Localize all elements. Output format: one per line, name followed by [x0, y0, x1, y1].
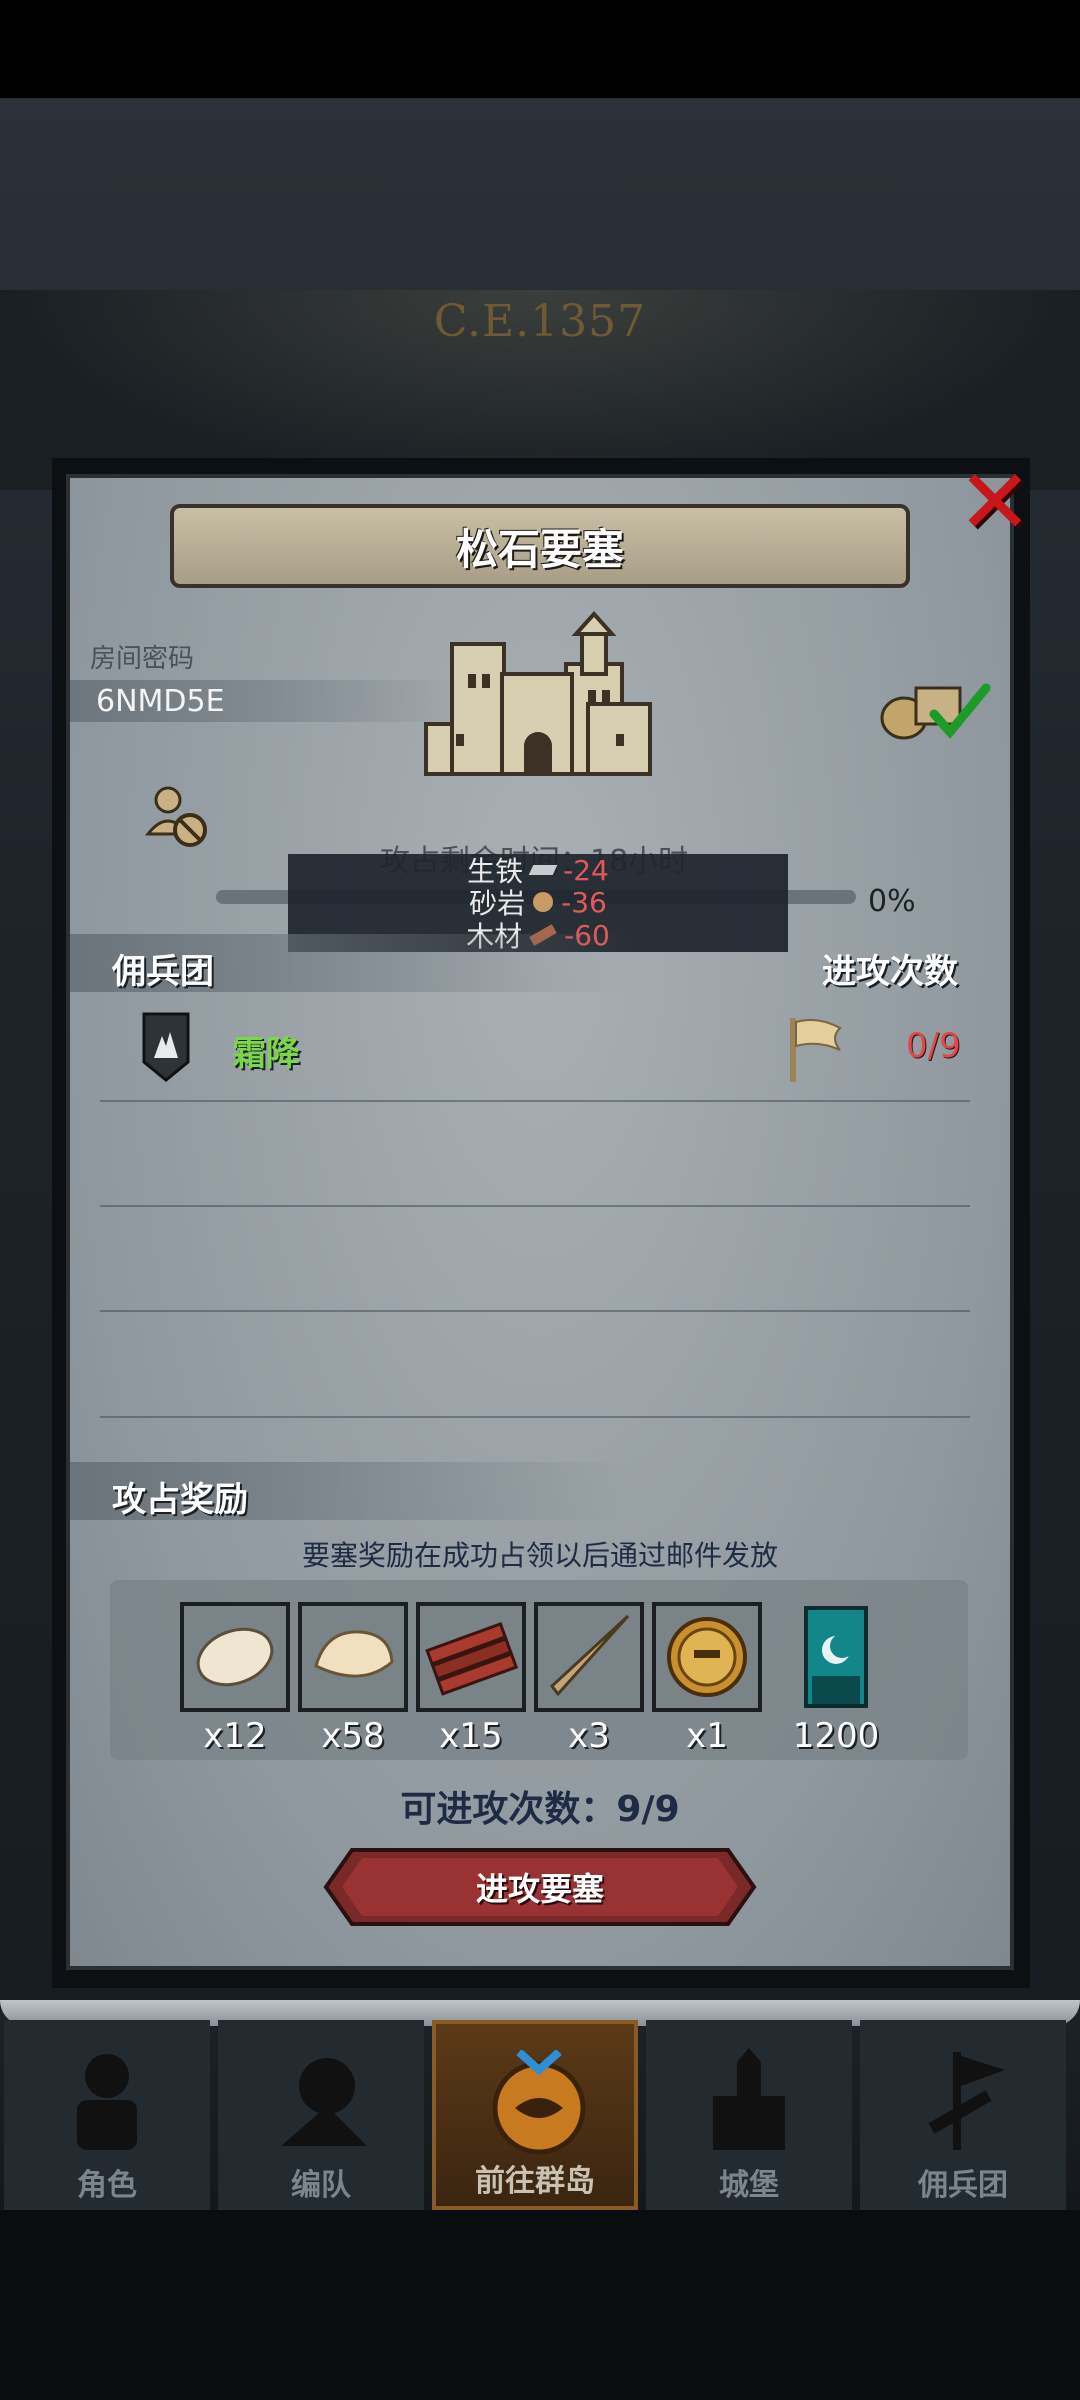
loot-claimed-icon[interactable]: [876, 666, 996, 746]
nav-item-castle[interactable]: 城堡: [646, 2020, 852, 2210]
room-password-value[interactable]: 6NMD5E: [96, 684, 225, 719]
nav-item-islands[interactable]: 前往群岛: [432, 2020, 638, 2210]
resource-row-iron: 生铁 -24: [288, 853, 788, 888]
resource-value: -24: [563, 853, 609, 887]
mercenary-section-title: 佣兵团: [112, 952, 214, 992]
reward-section-title: 攻占奖励: [112, 1480, 248, 1520]
dialog-title: 松石要塞: [455, 524, 624, 574]
reward-qty: x3: [568, 1716, 610, 1756]
room-password-label: 房间密码: [90, 644, 195, 674]
resource-value: -36: [561, 885, 607, 919]
attack-count-title: 进攻次数: [822, 952, 958, 992]
attack-fortress-button[interactable]: 进攻要塞: [322, 1846, 758, 1928]
row-divider: [100, 1416, 970, 1418]
islands-icon: [492, 2050, 586, 2155]
reward-qty: x15: [439, 1716, 503, 1756]
reward-qty: x58: [321, 1716, 385, 1756]
sandstone-icon: [533, 892, 554, 912]
pelt-icon: [196, 1627, 274, 1687]
reward-note: 要塞奖励在成功占领以后通过邮件发放: [301, 1539, 778, 1572]
bottom-area: [0, 2208, 1080, 2400]
nav-item-mercenary[interactable]: 佣兵团: [860, 2020, 1066, 2210]
reward-qty: x1: [686, 1716, 728, 1756]
attack-flag-icon: [790, 1018, 842, 1082]
close-icon: ✕: [957, 450, 1033, 555]
capture-progress-percent: 0%: [868, 884, 916, 919]
fortress-icon: [424, 611, 652, 776]
nav-label: 编队: [291, 2168, 351, 2203]
frost-shield-icon: [142, 1012, 190, 1082]
row-divider: [100, 1310, 970, 1312]
attack-button-label: 进攻要塞: [475, 1870, 604, 1908]
invite-disabled-icon[interactable]: [144, 782, 214, 850]
remaining-attempts: 可进攻次数：9/9: [400, 1789, 680, 1830]
nav-label: 角色: [77, 2168, 137, 2203]
row-divider: [100, 1205, 970, 1207]
nav-label: 城堡: [719, 2168, 779, 2203]
mercenary-name[interactable]: 霜降: [232, 1026, 300, 1075]
knight-coin-icon: [667, 1617, 747, 1697]
castle-icon: [713, 2048, 785, 2150]
nav-item-character[interactable]: 角色: [4, 2020, 210, 2210]
timber-icon: [425, 1622, 519, 1696]
fur-icon: [314, 1630, 394, 1678]
mercenary-attack-count: 0/9: [906, 1026, 961, 1066]
reward-slot-pelt[interactable]: [180, 1602, 290, 1712]
close-button[interactable]: ✕: [952, 450, 1038, 555]
formation-icon: [281, 2058, 367, 2146]
character-icon: [77, 2054, 137, 2150]
nav-label: 佣兵团: [918, 2168, 1008, 2203]
iron-icon: [528, 865, 558, 875]
nav-label: 前往群岛: [475, 2164, 595, 2199]
reward-qty: 1200: [792, 1716, 880, 1756]
row-divider: [100, 1100, 970, 1102]
reward-slot-timber[interactable]: [416, 1602, 526, 1712]
year-label: C.E.1357: [433, 296, 647, 347]
nav-item-formation[interactable]: 编队: [218, 2020, 424, 2210]
resource-row-sandstone: 砂岩 -36: [288, 885, 788, 920]
reward-qty: x12: [203, 1716, 267, 1756]
status-bar: [0, 0, 1080, 98]
reward-slot-fur[interactable]: [298, 1602, 408, 1712]
mercenary-icon: [928, 2052, 1005, 2150]
title-plate: 松石要塞: [170, 504, 910, 588]
reward-slot-knight-coin[interactable]: [652, 1602, 762, 1712]
horn-icon: [549, 1614, 630, 1697]
reward-slot-horn[interactable]: [534, 1602, 644, 1712]
guild-banner-icon[interactable]: [804, 1606, 868, 1708]
